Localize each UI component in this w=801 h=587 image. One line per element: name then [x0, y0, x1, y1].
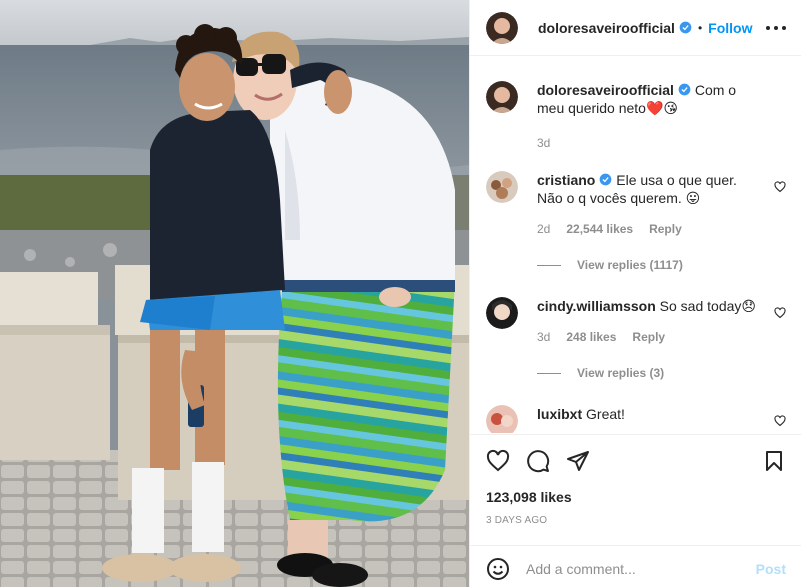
caption-username[interactable]: doloresaveiroofficial: [537, 82, 674, 98]
reply-button[interactable]: Reply: [649, 220, 682, 238]
comment-time[interactable]: 3d: [537, 328, 550, 346]
view-replies-button[interactable]: View replies (3): [537, 366, 664, 380]
comment-username[interactable]: luxibxt: [537, 406, 582, 422]
comments-list[interactable]: doloresaveiroofficial Com o meu querido …: [470, 57, 801, 433]
photo-illustration: [0, 0, 469, 587]
avatar[interactable]: [486, 11, 518, 44]
verified-badge-icon: [678, 83, 691, 96]
comment-icon[interactable]: [526, 449, 550, 473]
comment-text: Great!: [586, 406, 625, 422]
header-username[interactable]: doloresaveiroofficial: [538, 20, 675, 36]
comment-meta: 2d 22,544 likes Reply: [537, 220, 759, 238]
replies-divider: [537, 264, 561, 266]
comment-heart-icon[interactable]: [774, 307, 786, 319]
post-header: doloresaveiroofficial • Follow: [470, 0, 801, 56]
comment-item: cindy.williamsson So sad today😞 3d 248 l…: [486, 297, 786, 346]
avatar[interactable]: [486, 81, 518, 113]
view-replies-button[interactable]: View replies (1117): [537, 258, 683, 272]
more-options-icon[interactable]: [766, 18, 786, 38]
comment-username[interactable]: cristiano: [537, 172, 595, 188]
avatar[interactable]: [486, 297, 518, 329]
paper-plane-icon[interactable]: [566, 449, 590, 473]
post-likes-count[interactable]: 123,098 likes: [486, 489, 572, 505]
post-panel: doloresaveiroofficial • Follow doloresav…: [469, 0, 801, 587]
header-separator: •: [697, 20, 703, 35]
post-photo[interactable]: [0, 0, 469, 587]
emoji-icon[interactable]: [486, 557, 510, 581]
comment-heart-icon[interactable]: [774, 415, 786, 427]
caption: doloresaveiroofficial Com o meu querido …: [486, 81, 786, 152]
view-replies-label: View replies (1117): [577, 258, 683, 272]
instagram-post: doloresaveiroofficial • Follow doloresav…: [0, 0, 801, 587]
comment-likes[interactable]: 22,544 likes: [566, 220, 633, 238]
action-bar: [470, 434, 801, 486]
comment-meta: 3d 248 likes Reply: [537, 328, 759, 346]
comment-likes[interactable]: 248 likes: [566, 328, 616, 346]
comment-username[interactable]: cindy.williamsson: [537, 298, 656, 314]
comment-item: luxibxt Great!: [486, 405, 786, 433]
caption-meta: 3d: [537, 134, 759, 152]
post-time-ago[interactable]: 3 DAYS AGO: [486, 515, 547, 526]
add-comment-bar: Post: [470, 545, 801, 587]
view-replies-label: View replies (3): [577, 366, 665, 380]
avatar[interactable]: [486, 171, 518, 203]
comment-input[interactable]: [526, 556, 746, 582]
reply-button[interactable]: Reply: [632, 328, 665, 346]
avatar[interactable]: [486, 405, 518, 433]
verified-badge-icon: [600, 173, 612, 186]
heart-icon[interactable]: [486, 449, 510, 473]
bookmark-icon[interactable]: [762, 449, 786, 473]
comment-item: cristiano Ele usa o que quer. Não o q vo…: [486, 171, 786, 238]
verified-badge-icon: [679, 21, 692, 34]
replies-divider: [537, 372, 561, 374]
caption-emojis: ❤️😘: [645, 100, 678, 116]
comment-time[interactable]: 2d: [537, 220, 550, 238]
comment-text: So sad today😞: [659, 298, 756, 314]
comment-heart-icon[interactable]: [774, 181, 786, 193]
follow-button[interactable]: Follow: [708, 20, 752, 36]
post-comment-button[interactable]: Post: [756, 561, 786, 577]
caption-time[interactable]: 3d: [537, 134, 550, 152]
